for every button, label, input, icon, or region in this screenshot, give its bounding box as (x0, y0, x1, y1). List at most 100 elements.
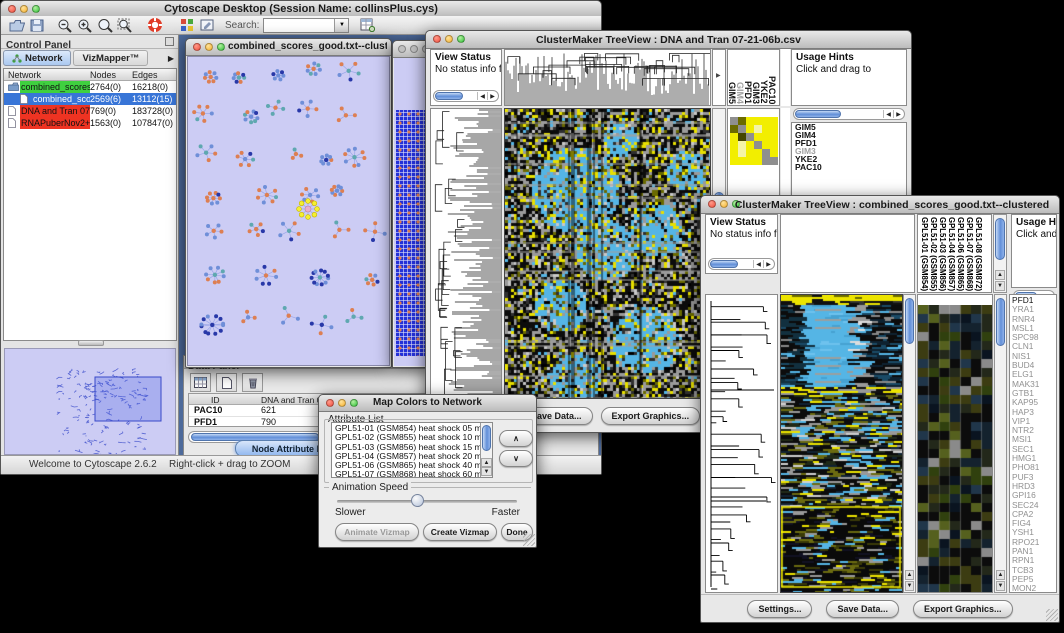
tv2-row-dendrogram[interactable] (705, 294, 778, 593)
zoom-button[interactable] (350, 399, 358, 407)
minimize-button[interactable] (20, 5, 28, 13)
main-titlebar[interactable]: Cytoscape Desktop (Session Name: collins… (1, 1, 601, 17)
scroll-down-arrow[interactable]: ▼ (481, 467, 492, 476)
vscroll-thumb[interactable] (996, 298, 1005, 346)
attribute-list-item[interactable]: GPL51-07 (GSM868) heat shock 60 min (333, 470, 480, 478)
zoom-button[interactable] (457, 35, 465, 43)
move-down-button[interactable]: ∨ (499, 450, 533, 467)
tv1-status-scrollbar[interactable]: ◀ ▶ (433, 90, 499, 102)
gene-label[interactable]: MON2 (1012, 584, 1056, 593)
column-header[interactable]: ID (211, 395, 220, 405)
move-up-button[interactable]: ∧ (499, 430, 533, 447)
save-icon[interactable] (27, 16, 47, 34)
tv2-export-graphics-button[interactable]: Export Graphics... (913, 600, 1013, 618)
tv1-column-dendrogram[interactable] (504, 49, 711, 106)
select-attributes-icon[interactable] (190, 373, 211, 392)
attribute-list-item[interactable]: GPL51-06 (GSM865) heat shock 40 min (333, 461, 480, 470)
zoom-button[interactable] (217, 43, 225, 51)
tv1-export-graphics-button[interactable]: Export Graphics... (601, 407, 701, 425)
network-table-header[interactable]: Network Nodes Edges (4, 69, 176, 81)
tv1-usage-scrollbar[interactable]: ◀ ▶ (793, 108, 905, 120)
tv1-column-labels[interactable]: GIM5GIM4PFD1GIM3YKE2PAC10 (727, 49, 780, 106)
tv1-row-dendrogram[interactable] (430, 108, 502, 399)
close-button[interactable] (326, 399, 334, 407)
open-folder-icon[interactable] (7, 16, 27, 34)
animation-slider-thumb[interactable] (411, 494, 424, 507)
tv2-save-data-button[interactable]: Save Data... (826, 600, 899, 618)
attribute-list[interactable]: GPL51-01 (GSM854) heat shock 05 minGPL51… (331, 422, 493, 478)
tv2-column-labels[interactable]: GPL51-01 (GSM854)GPL51-02 (GSM855)GPL51-… (917, 214, 992, 293)
scroll-left-arrow[interactable]: ◀ (883, 110, 893, 118)
tv2-column-label[interactable]: GPL51-03 (GSM856) (938, 217, 947, 291)
birdseye-view[interactable] (4, 348, 176, 455)
color-mapper-icon[interactable] (177, 16, 197, 34)
animation-slider-track[interactable] (337, 500, 517, 503)
scroll-down-arrow[interactable]: ▼ (995, 281, 1005, 291)
minimize-button[interactable] (720, 200, 728, 208)
search-dropdown-arrow[interactable]: ▼ (334, 19, 348, 32)
tab-vizmapper[interactable]: VizMapper™ (73, 50, 148, 66)
close-button[interactable] (433, 35, 441, 43)
hscroll-thumb[interactable] (710, 260, 738, 268)
tv1-row-label[interactable]: PAC10 (792, 163, 906, 171)
tab-network[interactable]: Network (3, 50, 71, 66)
tv2-column-label[interactable]: GPL51-06 (GSM865) (956, 217, 965, 291)
minimize-button[interactable] (205, 43, 213, 51)
tv2-zoom-scrollbar[interactable]: ▲ ▼ (994, 294, 1007, 593)
network-list-item[interactable]: combined_scores2764(0)16218(0) (4, 81, 176, 93)
attribute-list-item[interactable]: GPL51-04 (GSM857) heat shock 20 min (333, 452, 480, 461)
minimize-button[interactable] (410, 45, 418, 53)
tv2-column-label[interactable]: GPL51-02 (GSM855) (929, 217, 938, 291)
scroll-up-arrow[interactable]: ▲ (481, 458, 492, 467)
hscroll-thumb[interactable] (435, 92, 463, 100)
tab-overflow-arrow[interactable]: ▶ (168, 54, 177, 63)
create-vizmap-button[interactable]: Create Vizmap (423, 523, 497, 541)
dialog-titlebar[interactable]: Map Colors to Network (319, 395, 536, 412)
vscroll-thumb[interactable] (482, 425, 491, 451)
annotation-icon[interactable] (197, 16, 217, 34)
help-ring-icon[interactable] (145, 16, 165, 34)
treeview1-titlebar[interactable]: ClusterMaker TreeView : DNA and Tran 07-… (426, 31, 911, 49)
network-canvas[interactable] (187, 56, 390, 366)
animate-vizmap-button[interactable]: Animate Vizmap (335, 523, 419, 541)
close-button[interactable] (398, 45, 406, 53)
tv2-column-label[interactable]: GPL51-08 (GSM872) (974, 217, 983, 291)
search-input[interactable]: ▼ (263, 18, 349, 33)
scroll-up-arrow[interactable]: ▲ (995, 270, 1005, 280)
column-header[interactable]: Edges (132, 70, 158, 80)
treeview2-titlebar[interactable]: ClusterMaker TreeView : combined_scores_… (701, 196, 1059, 214)
network-view-2-titlebar[interactable] (393, 41, 429, 58)
zoom-out-icon[interactable] (55, 16, 75, 34)
tv2-status-scrollbar[interactable]: ◀ ▶ (708, 258, 775, 270)
scroll-left-arrow[interactable]: ◀ (753, 260, 763, 268)
tv2-heatmap[interactable] (780, 294, 903, 593)
scroll-right-arrow[interactable]: ▶ (763, 260, 773, 268)
attribute-list-item[interactable]: GPL51-02 (GSM855) heat shock 10 min (333, 433, 480, 442)
tv2-vscrollbar[interactable]: ▲ ▼ (903, 294, 916, 593)
scroll-up-arrow[interactable]: ▲ (996, 570, 1005, 580)
resize-grip[interactable] (523, 534, 535, 546)
tv2-gene-labels[interactable]: PFD1YRA1RNR4MSL1SPC98CLN1NIS1BUD4ELG1MAK… (1009, 294, 1057, 593)
network-canvas-2[interactable] (394, 58, 429, 366)
close-button[interactable] (8, 5, 16, 13)
panel-splitter-handle[interactable] (78, 340, 104, 346)
new-attribute-icon[interactable] (216, 373, 237, 392)
tv1-column-label[interactable]: PAC10 (769, 76, 777, 104)
network-list-item[interactable]: DNA and Tran 07769(0)183728(0) (4, 105, 176, 117)
hscroll-thumb[interactable] (795, 110, 841, 118)
float-panel-icon[interactable] (165, 37, 174, 46)
column-header[interactable]: Network (8, 70, 41, 80)
scroll-down-arrow[interactable]: ▼ (996, 581, 1005, 591)
scroll-right-arrow[interactable]: ▶ (893, 110, 903, 118)
tv2-column-dendrogram[interactable] (780, 214, 915, 293)
network-view-titlebar[interactable]: combined_scores_good.txt--cluste... (186, 39, 391, 56)
zoom-selected-icon[interactable] (95, 16, 115, 34)
close-button[interactable] (193, 43, 201, 51)
column-header[interactable]: Nodes (90, 70, 116, 80)
zoom-in-icon[interactable] (75, 16, 95, 34)
attribute-table-icon[interactable] (357, 16, 377, 34)
scroll-right-arrow[interactable]: ▶ (487, 92, 497, 100)
scroll-up-arrow[interactable]: ▲ (905, 570, 914, 580)
minimize-button[interactable] (338, 399, 346, 407)
delete-attribute-icon[interactable] (242, 373, 263, 392)
